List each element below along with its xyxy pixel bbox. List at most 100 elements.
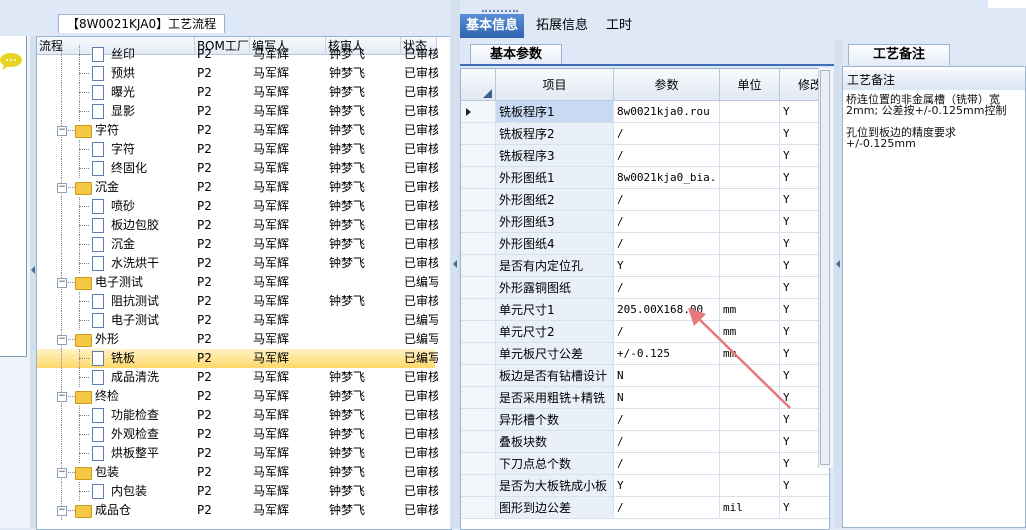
chat-bubble-icon[interactable] — [0, 52, 22, 70]
grid-cell-unit[interactable] — [720, 211, 780, 233]
tree-row[interactable]: 预烘 P2 马军辉 钟梦飞 已审核 — [37, 64, 438, 83]
grid-header-unit[interactable]: 单位 — [720, 69, 780, 101]
row-header[interactable] — [461, 387, 496, 409]
row-header[interactable] — [461, 101, 496, 123]
tree-node-label[interactable]: 沉金 — [111, 235, 195, 254]
tab-process-remarks[interactable]: 工艺备注 — [848, 44, 950, 65]
tree-node-label[interactable]: 沉金 — [95, 178, 195, 197]
tree-node-label[interactable]: 铣板 — [111, 349, 195, 368]
row-header[interactable] — [461, 145, 496, 167]
grid-cell-unit[interactable] — [720, 145, 780, 167]
collapse-toggle-icon[interactable]: − — [57, 278, 67, 288]
params-grid[interactable]: 项目 参数 单位 修改 铣板程序1 8w0021kja0.rou Y 铣板程序2/Y 铣… — [460, 68, 830, 530]
grid-cell-param[interactable]: Y — [614, 255, 720, 277]
tab-basic-info[interactable]: 基本信息 — [460, 14, 525, 38]
grid-header-item[interactable]: 项目 — [496, 69, 614, 101]
tree-node-label[interactable]: 喷砂 — [111, 197, 195, 216]
row-header[interactable] — [461, 497, 496, 519]
collapse-toggle-icon[interactable]: − — [57, 183, 67, 193]
tree-row[interactable]: − 字符 P2 马军辉 钟梦飞 已审核 — [37, 121, 438, 140]
row-header[interactable] — [461, 299, 496, 321]
tree-row[interactable]: − 成品仓 P2 马军辉 钟梦飞 已审核 — [37, 501, 438, 520]
tree-node-label[interactable]: 板边包胶 — [111, 216, 195, 235]
tree-row[interactable]: − 外形 P2 马军辉 已编写 — [37, 330, 438, 349]
row-header[interactable] — [461, 475, 496, 497]
grid-cell-unit[interactable] — [720, 453, 780, 475]
row-header[interactable] — [461, 123, 496, 145]
tree-row[interactable]: 显影 P2 马军辉 钟梦飞 已审核 — [37, 102, 438, 121]
tree-node-label[interactable]: 字符 — [111, 140, 195, 159]
tree-row[interactable]: 电子测试 P2 马军辉 已编写 — [37, 311, 438, 330]
collapse-toggle-icon[interactable]: − — [57, 392, 67, 402]
grid-cell-unit[interactable] — [720, 475, 780, 497]
grid-cell-unit[interactable] — [720, 123, 780, 145]
tree-node-label[interactable]: 显影 — [111, 102, 195, 121]
grid-header-param[interactable]: 参数 — [614, 69, 720, 101]
tree-row[interactable]: 铣板 P2 马军辉 已编写 — [37, 349, 438, 368]
collapse-toggle-icon[interactable]: − — [57, 468, 67, 478]
tree-row[interactable]: − 包装 P2 马军辉 钟梦飞 已审核 — [37, 463, 438, 482]
tree-node-label[interactable]: 曝光 — [111, 83, 195, 102]
row-header[interactable] — [461, 343, 496, 365]
grid-cell-param[interactable]: / — [614, 211, 720, 233]
row-header[interactable] — [461, 431, 496, 453]
grid-cell-unit[interactable] — [720, 233, 780, 255]
tree-node-label[interactable]: 终固化 — [111, 159, 195, 178]
remarks-text[interactable]: 桥连位置的非金属槽（铣带）宽2mm; 公差按+/-0.125mm控制 孔位到板边… — [846, 94, 1024, 149]
tree-node-label[interactable]: 丝印 — [111, 45, 195, 64]
grid-cell-unit[interactable] — [720, 167, 780, 189]
grid-cell-param[interactable]: 8w0021kja0.rou — [614, 101, 720, 123]
tree-row[interactable]: − 电子测试 P2 马军辉 已编写 — [37, 273, 438, 292]
grid-cell-param[interactable]: / — [614, 453, 720, 475]
tree-node-label[interactable]: 电子测试 — [95, 273, 195, 292]
grid-cell-param[interactable]: 8w0021kja0_bia... — [614, 167, 720, 189]
process-tree[interactable]: 流程 BOM工厂 编写人 核审人 状态 丝印 P2 马军辉 钟梦飞 已审核 预烘 P2 马军辉… — [36, 36, 452, 530]
tree-row[interactable]: 喷砂 P2 马军辉 钟梦飞 已审核 — [37, 197, 438, 216]
row-header[interactable] — [461, 321, 496, 343]
tree-node-label[interactable]: 终检 — [95, 387, 195, 406]
grid-cell-unit[interactable]: mil — [720, 497, 780, 519]
tree-row[interactable]: 水洗烘干 P2 马军辉 钟梦飞 已审核 — [37, 254, 438, 273]
grid-cell-unit[interactable] — [720, 277, 780, 299]
row-header[interactable] — [461, 255, 496, 277]
tree-row[interactable]: 板边包胶 P2 马军辉 钟梦飞 已审核 — [37, 216, 438, 235]
tab-labor-hours[interactable]: 工时 — [600, 14, 638, 38]
tree-node-label[interactable]: 功能检查 — [111, 406, 195, 425]
tree-row[interactable]: 阻抗测试 P2 马军辉 钟梦飞 已审核 — [37, 292, 438, 311]
tree-node-label[interactable]: 外形 — [95, 330, 195, 349]
row-header[interactable] — [461, 211, 496, 233]
tree-row[interactable]: − 终检 P2 马军辉 钟梦飞 已审核 — [37, 387, 438, 406]
grid-cell-param[interactable]: / — [614, 189, 720, 211]
row-header[interactable] — [461, 409, 496, 431]
tree-node-label[interactable]: 成品清洗 — [111, 368, 195, 387]
tree-row[interactable]: 曝光 P2 马军辉 钟梦飞 已审核 — [37, 83, 438, 102]
row-header[interactable] — [461, 365, 496, 387]
tree-row[interactable]: − 沉金 P2 马军辉 钟梦飞 已审核 — [37, 178, 438, 197]
row-header[interactable] — [461, 277, 496, 299]
center-splitter[interactable] — [450, 0, 460, 528]
tree-row[interactable]: 内包装 P2 马军辉 钟梦飞 已审核 — [37, 482, 438, 501]
tree-row[interactable]: 烘板整平 P2 马军辉 钟梦飞 已审核 — [37, 444, 438, 463]
tree-row[interactable]: 字符 P2 马军辉 钟梦飞 已审核 — [37, 140, 438, 159]
grid-cell-param[interactable]: / — [614, 497, 720, 519]
grid-cell-unit[interactable] — [720, 255, 780, 277]
tree-node-label[interactable]: 水洗烘干 — [111, 254, 195, 273]
grid-cell-param[interactable]: / — [614, 145, 720, 167]
tree-node-label[interactable]: 成品仓 — [95, 501, 195, 520]
tree-row[interactable]: 功能检查 P2 马军辉 钟梦飞 已审核 — [37, 406, 438, 425]
tree-node-label[interactable]: 阻抗测试 — [111, 292, 195, 311]
grid-cell-param[interactable]: / — [614, 123, 720, 145]
tree-row[interactable]: 丝印 P2 马军辉 钟梦飞 已审核 — [37, 45, 438, 64]
grid-cell-unit[interactable] — [720, 101, 780, 123]
right-splitter[interactable] — [834, 40, 842, 528]
tree-node-label[interactable]: 包装 — [95, 463, 195, 482]
grid-cell-param[interactable]: / — [614, 277, 720, 299]
row-header[interactable] — [461, 453, 496, 475]
grid-cell-unit[interactable] — [720, 431, 780, 453]
tree-node-label[interactable]: 电子测试 — [111, 311, 195, 330]
grid-scroll-thumb[interactable] — [820, 70, 830, 465]
tree-row[interactable]: 终固化 P2 马军辉 钟梦飞 已审核 — [37, 159, 438, 178]
collapse-toggle-icon[interactable]: − — [57, 506, 67, 516]
grid-cell-mod[interactable]: Y — [780, 475, 829, 497]
subtab-basic-params[interactable]: 基本参数 — [470, 44, 562, 65]
